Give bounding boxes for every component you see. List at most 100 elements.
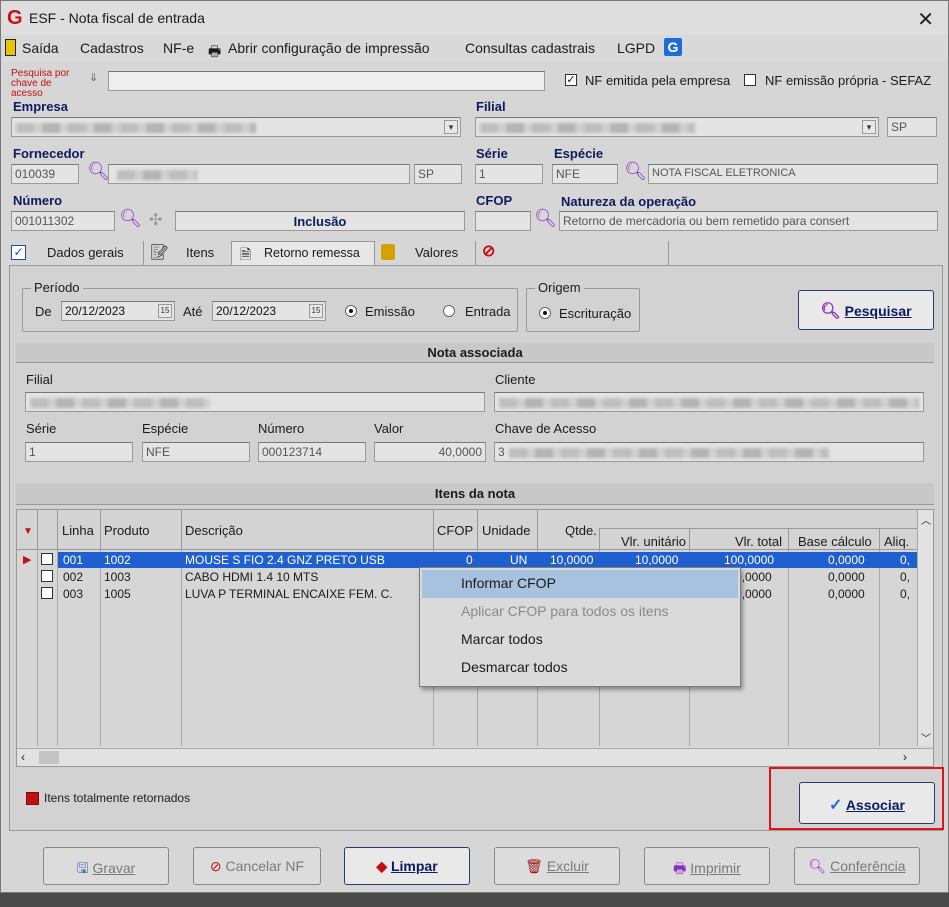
limpar-button[interactable]: ◆ Limpar: [344, 847, 470, 885]
conferencia-button[interactable]: 🔍︎ Conferência: [794, 847, 920, 885]
fornecedor-code-input[interactable]: 010039: [11, 164, 79, 184]
menu-nfe[interactable]: NF-e: [163, 40, 194, 56]
scroll-up-icon[interactable]: ︿: [921, 512, 931, 527]
pesquisar-button[interactable]: 🔍︎ Pesquisar: [798, 290, 934, 330]
row-checkbox[interactable]: [41, 553, 53, 565]
menu-lgpd[interactable]: LGPD: [617, 40, 655, 56]
emissao-radio[interactable]: [345, 305, 357, 317]
imprimir-button[interactable]: 🖶 Imprimir: [644, 847, 770, 885]
calendar-icon[interactable]: 15: [309, 304, 323, 318]
cell-linha: 003: [63, 587, 84, 601]
escrituracao-radio[interactable]: [539, 307, 551, 319]
search-icon[interactable]: 🔍︎: [87, 161, 110, 182]
cell-produto: 1003: [104, 570, 131, 584]
vertical-scrollbar[interactable]: ︿ ﹀: [917, 510, 933, 746]
nf-emitida-checkbox[interactable]: ✓: [565, 74, 577, 86]
gravar-button[interactable]: 🖫 Gravar: [43, 847, 169, 885]
ate-date-input[interactable]: 20/12/2023 15: [212, 301, 326, 321]
nf-propria-label: NF emissão própria - SEFAZ: [765, 73, 932, 88]
excluir-button[interactable]: 🗑︎ Excluir: [494, 847, 620, 885]
col-unidade[interactable]: Unidade: [482, 523, 530, 538]
ate-label: Até: [183, 304, 203, 319]
origem-title: Origem: [535, 280, 584, 295]
menu-cadastros[interactable]: Cadastros: [80, 40, 144, 56]
sort-desc-icon[interactable]: ▼: [23, 526, 33, 537]
row-checkbox[interactable]: [41, 587, 53, 599]
col-vlr-unitario[interactable]: Vlr. unitário: [621, 534, 686, 549]
horizontal-scrollbar[interactable]: ‹ ›: [17, 748, 933, 766]
empresa-select[interactable]: ▾: [11, 117, 461, 137]
menu-desmarcar-todos[interactable]: Desmarcar todos: [422, 654, 738, 682]
col-aliq[interactable]: Aliq.: [884, 534, 909, 549]
nota-cliente-label: Cliente: [495, 372, 536, 387]
cancel-icon: ⊘: [209, 858, 222, 874]
menu-consultas[interactable]: Consultas cadastrais: [465, 40, 595, 56]
col-produto[interactable]: Produto: [104, 523, 150, 538]
menu-impressao[interactable]: Abrir configuração de impressão: [228, 40, 430, 56]
menu-informar-cfop[interactable]: Informar CFOP: [422, 570, 738, 598]
menu-marcar-todos[interactable]: Marcar todos: [422, 626, 738, 654]
de-label: De: [35, 304, 52, 319]
nota-chave-field: 3: [494, 442, 924, 462]
search-key-input[interactable]: [108, 71, 545, 91]
excluir-label: Excluir: [546, 858, 589, 874]
filial-label: Filial: [476, 99, 506, 114]
de-date-value: 20/12/2023: [65, 304, 126, 318]
cell-aliq: 0,: [900, 587, 911, 601]
tab-valores[interactable]: Valores: [377, 241, 473, 265]
eraser-icon: ◆: [376, 858, 388, 874]
main-window: G ESF - Nota fiscal de entrada ✕ Saída C…: [0, 0, 949, 893]
serie-label: Série: [476, 146, 508, 161]
scroll-left-icon[interactable]: ‹: [21, 750, 25, 764]
scroll-down-icon[interactable]: ﹀: [921, 730, 931, 745]
nota-filial-label: Filial: [26, 372, 53, 387]
row-checkbox[interactable]: [41, 570, 53, 582]
itens-nota-header: Itens da nota: [16, 483, 934, 505]
search-icon[interactable]: 🔍︎: [534, 208, 557, 229]
tab-label: Valores: [415, 245, 459, 260]
close-icon[interactable]: ✕: [917, 7, 934, 32]
cell-descricao: LUVA P TERMINAL ENCAIXE FEM. C.: [185, 587, 393, 601]
serie-input[interactable]: 1: [475, 164, 543, 184]
nf-propria-checkbox[interactable]: [744, 74, 756, 86]
tab-dados-gerais[interactable]: ✓ Dados gerais: [9, 241, 141, 265]
menu-saida[interactable]: Saída: [22, 40, 59, 56]
grid-header: ▼ Linha Produto Descrição CFOP Unidade Q…: [17, 510, 917, 550]
col-qtde[interactable]: Qtde.: [565, 523, 597, 538]
col-base-calculo[interactable]: Base cálculo: [798, 534, 872, 549]
de-date-input[interactable]: 20/12/2023 15: [61, 301, 175, 321]
tab-retorno-remessa[interactable]: 🗎 Retorno remessa: [231, 241, 375, 265]
cell-base: 0,0000: [828, 570, 865, 584]
col-descricao[interactable]: Descrição: [185, 523, 243, 538]
cell-unit: 10,0000: [635, 553, 679, 567]
plus-icon[interactable]: ✣: [149, 210, 162, 230]
coins-icon: [381, 244, 395, 260]
menu-aplicar-cfop[interactable]: Aplicar CFOP para todos os itens: [422, 598, 738, 626]
tab-extra[interactable]: ⊘: [475, 241, 669, 265]
periodo-title: Período: [31, 280, 83, 295]
legend-label: Itens totalmente retornados: [44, 791, 191, 805]
col-cfop[interactable]: CFOP: [437, 523, 473, 538]
entrada-radio[interactable]: [443, 305, 455, 317]
table-row[interactable]: ▶ 001 1002 MOUSE S FIO 2.4 GNZ PRETO USB…: [17, 552, 917, 568]
scroll-right-icon[interactable]: ›: [903, 750, 907, 764]
search-icon[interactable]: 🔍︎: [624, 161, 647, 182]
nota-numero-label: Número: [258, 421, 305, 436]
tab-itens[interactable]: 📝︎ Itens: [143, 241, 229, 265]
cancelar-button[interactable]: ⊘ Cancelar NF: [193, 847, 321, 885]
calendar-icon[interactable]: 15: [158, 304, 172, 318]
col-linha[interactable]: Linha: [62, 523, 94, 538]
search-icon[interactable]: 🔍︎: [119, 208, 142, 229]
filial-select[interactable]: ▾: [475, 117, 879, 137]
col-vlr-total[interactable]: Vlr. total: [735, 534, 782, 549]
cell-unidade: UN: [510, 553, 528, 567]
especie-input[interactable]: NFE: [552, 164, 618, 184]
limpar-label: Limpar: [390, 858, 438, 874]
scroll-thumb[interactable]: [39, 751, 59, 764]
numero-input[interactable]: 001011302: [11, 211, 115, 231]
especie-label: Espécie: [554, 146, 604, 161]
cell-cfop: 0: [466, 553, 473, 567]
cfop-input[interactable]: [475, 211, 531, 231]
cell-aliq: 0,: [900, 570, 911, 584]
brand-g-icon[interactable]: G: [664, 38, 682, 56]
